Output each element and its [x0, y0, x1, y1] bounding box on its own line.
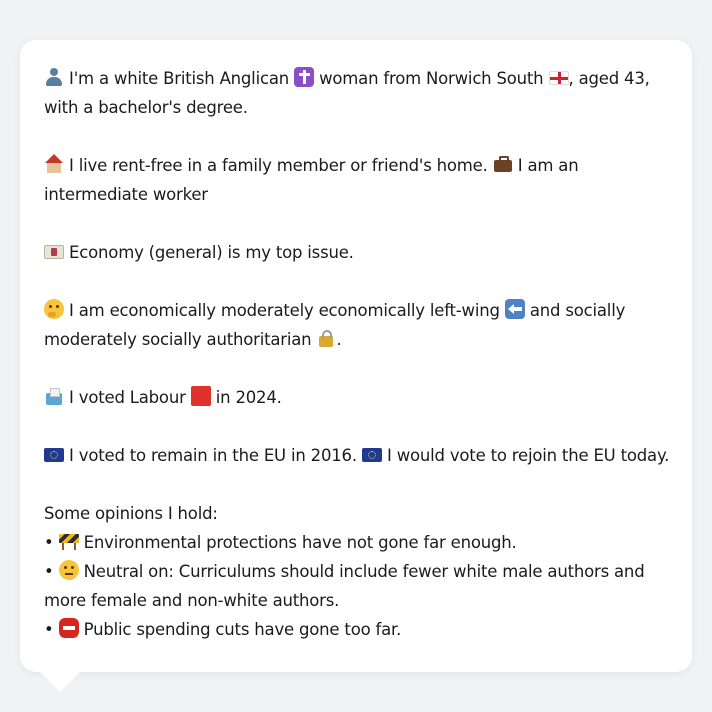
ballot-box-icon — [44, 386, 64, 406]
bullet-marker: • — [44, 562, 54, 581]
ideology-line: I am economically moderately economicall… — [44, 296, 672, 354]
briefcase-icon — [493, 154, 513, 174]
england-flag-icon — [548, 71, 569, 85]
latin-cross-icon — [294, 67, 315, 87]
housing-text-a: I live rent-free in a family member or f… — [69, 156, 488, 175]
house-icon — [44, 154, 64, 174]
eu-text-a: I voted to remain in the EU in 2016. — [69, 446, 357, 465]
red-square-icon — [190, 386, 211, 406]
vote-text-a: I voted Labour — [69, 388, 186, 407]
identity-text-b: woman from Norwich South — [319, 69, 544, 88]
vote-text-b: in 2024. — [215, 388, 282, 407]
opinion-text: Environmental protections have not gone … — [83, 533, 517, 552]
ideology-text-a: I am economically moderately economicall… — [69, 301, 500, 320]
stop-sign-icon — [58, 618, 79, 638]
opinion-text: Neutral on: Curriculums should include f… — [44, 562, 645, 610]
issue-line: Economy (general) is my top issue. — [44, 238, 672, 267]
opinion-item: • Public spending cuts have gone too far… — [44, 615, 672, 644]
bullet-marker: • — [44, 620, 54, 639]
eu-flag-icon — [361, 448, 382, 462]
vote-line: I voted Labour in 2024. — [44, 383, 672, 412]
opinions-heading: Some opinions I hold: — [44, 504, 218, 523]
housing-line: I live rent-free in a family member or f… — [44, 151, 672, 209]
left-arrow-icon — [504, 299, 525, 319]
money-icon — [44, 245, 64, 259]
issue-text: Economy (general) is my top issue. — [69, 243, 354, 262]
bullet-marker: • — [44, 533, 54, 552]
eu-line: I voted to remain in the EU in 2016. I w… — [44, 441, 672, 470]
ideology-text-c: . — [336, 330, 342, 349]
eu-text-b: I would vote to rejoin the EU today. — [386, 446, 670, 465]
eu-flag-icon — [44, 448, 64, 462]
opinion-text: Public spending cuts have gone too far. — [83, 620, 402, 639]
lock-icon — [316, 328, 336, 348]
identity-text-a: I'm a white British Anglican — [69, 69, 289, 88]
neutral-face-icon — [58, 560, 79, 580]
bubble-tail — [40, 672, 80, 692]
construction-icon — [58, 531, 79, 551]
identity-line: I'm a white British Anglican woman from … — [44, 64, 672, 122]
opinion-item: • Environmental protections have not gon… — [44, 528, 672, 557]
chat-message-bubble: I'm a white British Anglican woman from … — [20, 40, 692, 672]
thinking-face-icon — [44, 299, 64, 319]
opinion-item: • Neutral on: Curriculums should include… — [44, 557, 672, 615]
person-icon — [44, 67, 64, 87]
